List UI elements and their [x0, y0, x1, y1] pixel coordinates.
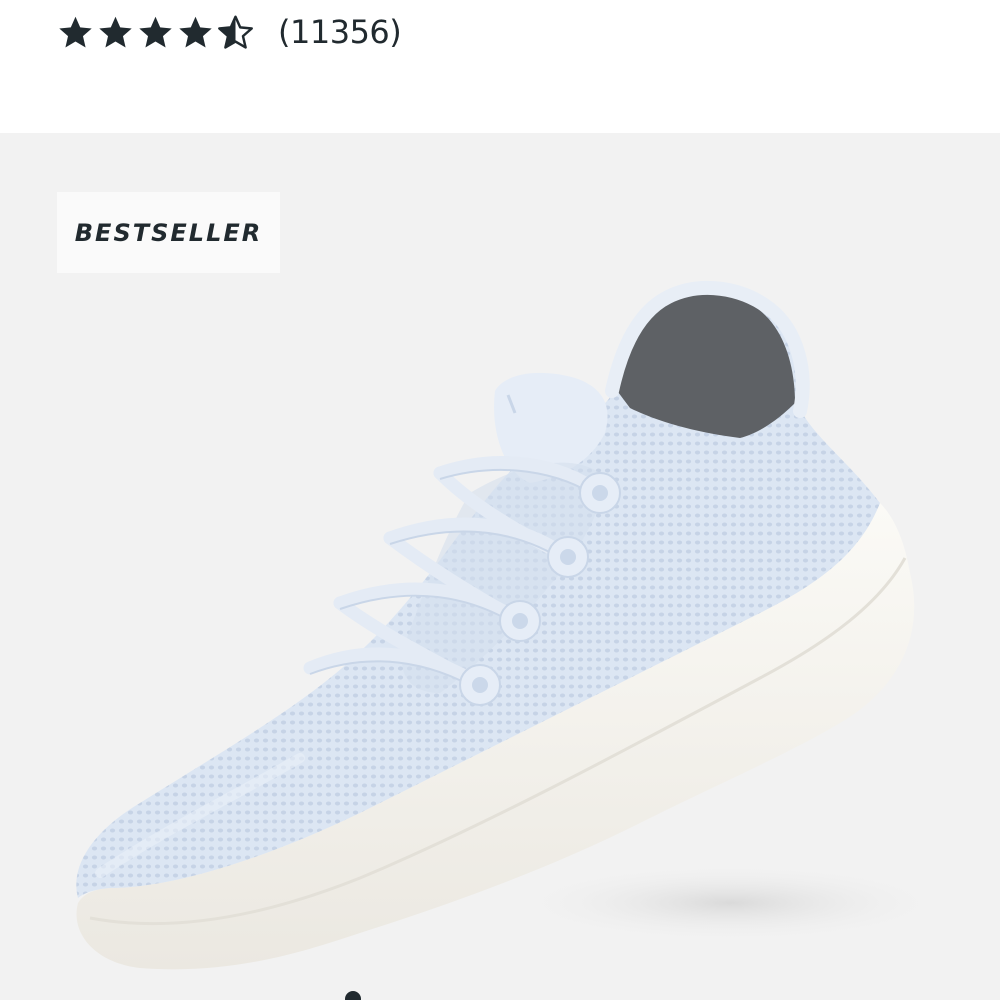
- bestseller-badge: BESTSELLER: [57, 192, 280, 273]
- product-image-carousel[interactable]: BESTSELLER: [0, 133, 1000, 1000]
- star-half-icon: [217, 14, 254, 51]
- star-full-icon: [177, 14, 214, 51]
- product-page: (11356) BESTSELLER: [0, 0, 1000, 1000]
- star-full-icon: [137, 14, 174, 51]
- star-full-icon: [97, 14, 134, 51]
- carousel-dot-active[interactable]: [345, 991, 361, 1000]
- star-full-icon: [57, 14, 94, 51]
- star-rating: [57, 14, 254, 51]
- review-count: (11356): [278, 13, 402, 51]
- bestseller-badge-label: BESTSELLER: [74, 218, 263, 247]
- rating-summary[interactable]: (11356): [57, 8, 402, 56]
